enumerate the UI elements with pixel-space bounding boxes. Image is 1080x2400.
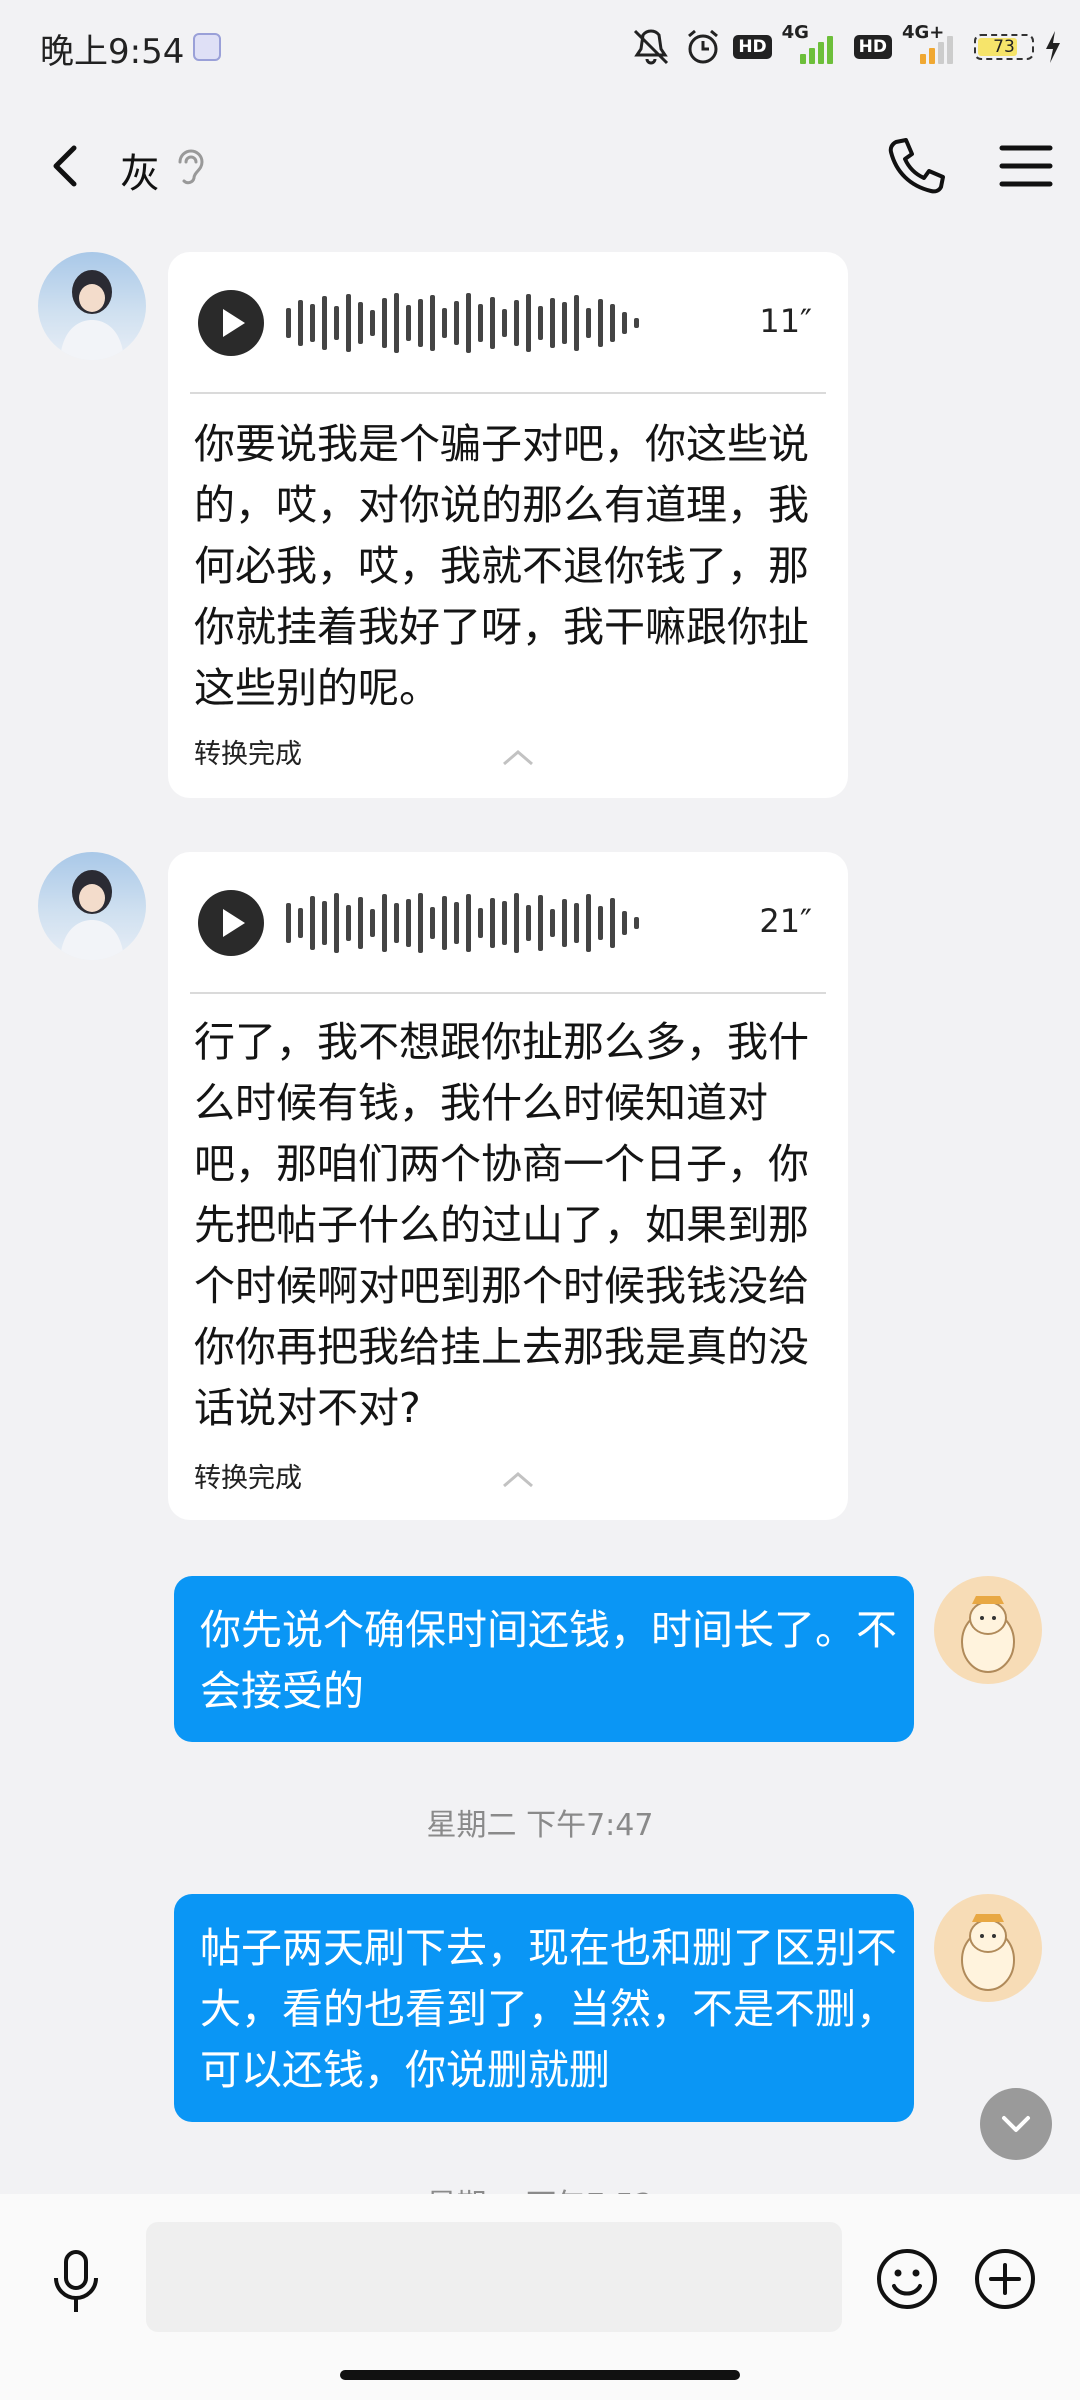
status-bar: 晚上9:54 HD 4G HD 4G+ 73 (0, 0, 1080, 96)
message-text: 帖子两天刷下去，现在也和删了区别不大，看的也看到了，当然，不是不删，可以还钱，你… (200, 1924, 897, 2094)
status-time: 晚上9:54 (40, 32, 185, 72)
app-notification-icon (193, 33, 221, 61)
waveform (286, 288, 639, 358)
divider (190, 992, 826, 994)
phone-icon[interactable] (880, 132, 950, 202)
scroll-to-bottom-button[interactable] (980, 2088, 1052, 2160)
message-input[interactable] (146, 2222, 842, 2332)
battery-icon: 73 (974, 34, 1034, 60)
status-indicators: HD 4G HD 4G+ 73 (629, 22, 1062, 72)
chat-title: 灰 (120, 151, 160, 197)
input-bar (0, 2194, 1080, 2400)
chevron-up-icon[interactable] (498, 744, 538, 768)
chevron-up-icon[interactable] (498, 1466, 538, 1490)
voice-message-bubble[interactable]: 11″ 你要说我是个骗子对吧，你这些说的，哎，对你说的那么有道理，我何必我，哎，… (168, 252, 848, 798)
avatar-image (60, 270, 124, 360)
alarm-icon (688, 29, 719, 64)
hd-voice-icon-2: HD (853, 35, 892, 59)
message-text: 你先说个确保时间还钱，时间长了。不会接受的 (200, 1606, 897, 1715)
chat-header: 灰 (0, 96, 1080, 236)
divider (190, 392, 826, 394)
waveform (286, 888, 639, 958)
outgoing-message-bubble[interactable]: 你先说个确保时间还钱，时间长了。不会接受的 (174, 1576, 914, 1742)
sheep-avatar-image (961, 1596, 1015, 1673)
voice-player: 11″ (198, 288, 818, 358)
timestamp: 星期二 下午7:47 (426, 1808, 654, 1843)
chevron-down-icon (1002, 2116, 1030, 2132)
avatar-image (60, 870, 124, 960)
voice-duration: 11″ (759, 302, 812, 340)
voice-duration: 21″ (759, 902, 812, 940)
battery-level: 73 (993, 37, 1015, 57)
play-icon[interactable] (198, 290, 264, 356)
contact-avatar[interactable] (38, 852, 146, 960)
back-button[interactable] (34, 134, 94, 198)
play-icon[interactable] (198, 890, 264, 956)
voice-transcript: 你要说我是个骗子对吧，你这些说的，哎，对你说的那么有道理，我何必我，哎，我就不退… (194, 420, 809, 712)
charging-icon (1046, 31, 1060, 63)
menu-icon[interactable] (996, 136, 1056, 196)
mic-icon[interactable] (46, 2248, 106, 2318)
hd-voice-icon: HD (733, 35, 772, 59)
my-avatar[interactable] (934, 1576, 1042, 1684)
convert-status: 转换完成 (194, 739, 302, 770)
plus-icon[interactable] (972, 2246, 1038, 2312)
signal-strength-icon: 4G (782, 22, 844, 70)
voice-transcript: 行了，我不想跟你扯那么多，我什么时候有钱，我什么时候知道对吧，那咱们两个协商一个… (194, 1018, 809, 1432)
emoji-icon[interactable] (874, 2246, 940, 2312)
sheep-avatar-image (961, 1914, 1015, 1991)
contact-avatar[interactable] (38, 252, 146, 360)
voice-player: 21″ (198, 888, 818, 958)
voice-message-bubble[interactable]: 21″ 行了，我不想跟你扯那么多，我什么时候有钱，我什么时候知道对吧，那咱们两个… (168, 852, 848, 1520)
my-avatar[interactable] (934, 1894, 1042, 2002)
ear-icon[interactable] (172, 144, 208, 188)
convert-status: 转换完成 (194, 1463, 302, 1494)
outgoing-message-bubble[interactable]: 帖子两天刷下去，现在也和删了区别不大，看的也看到了，当然，不是不删，可以还钱，你… (174, 1894, 914, 2122)
mute-icon (634, 29, 669, 65)
home-indicator[interactable] (340, 2370, 740, 2380)
signal-strength-icon-2: 4G+ (902, 22, 964, 70)
